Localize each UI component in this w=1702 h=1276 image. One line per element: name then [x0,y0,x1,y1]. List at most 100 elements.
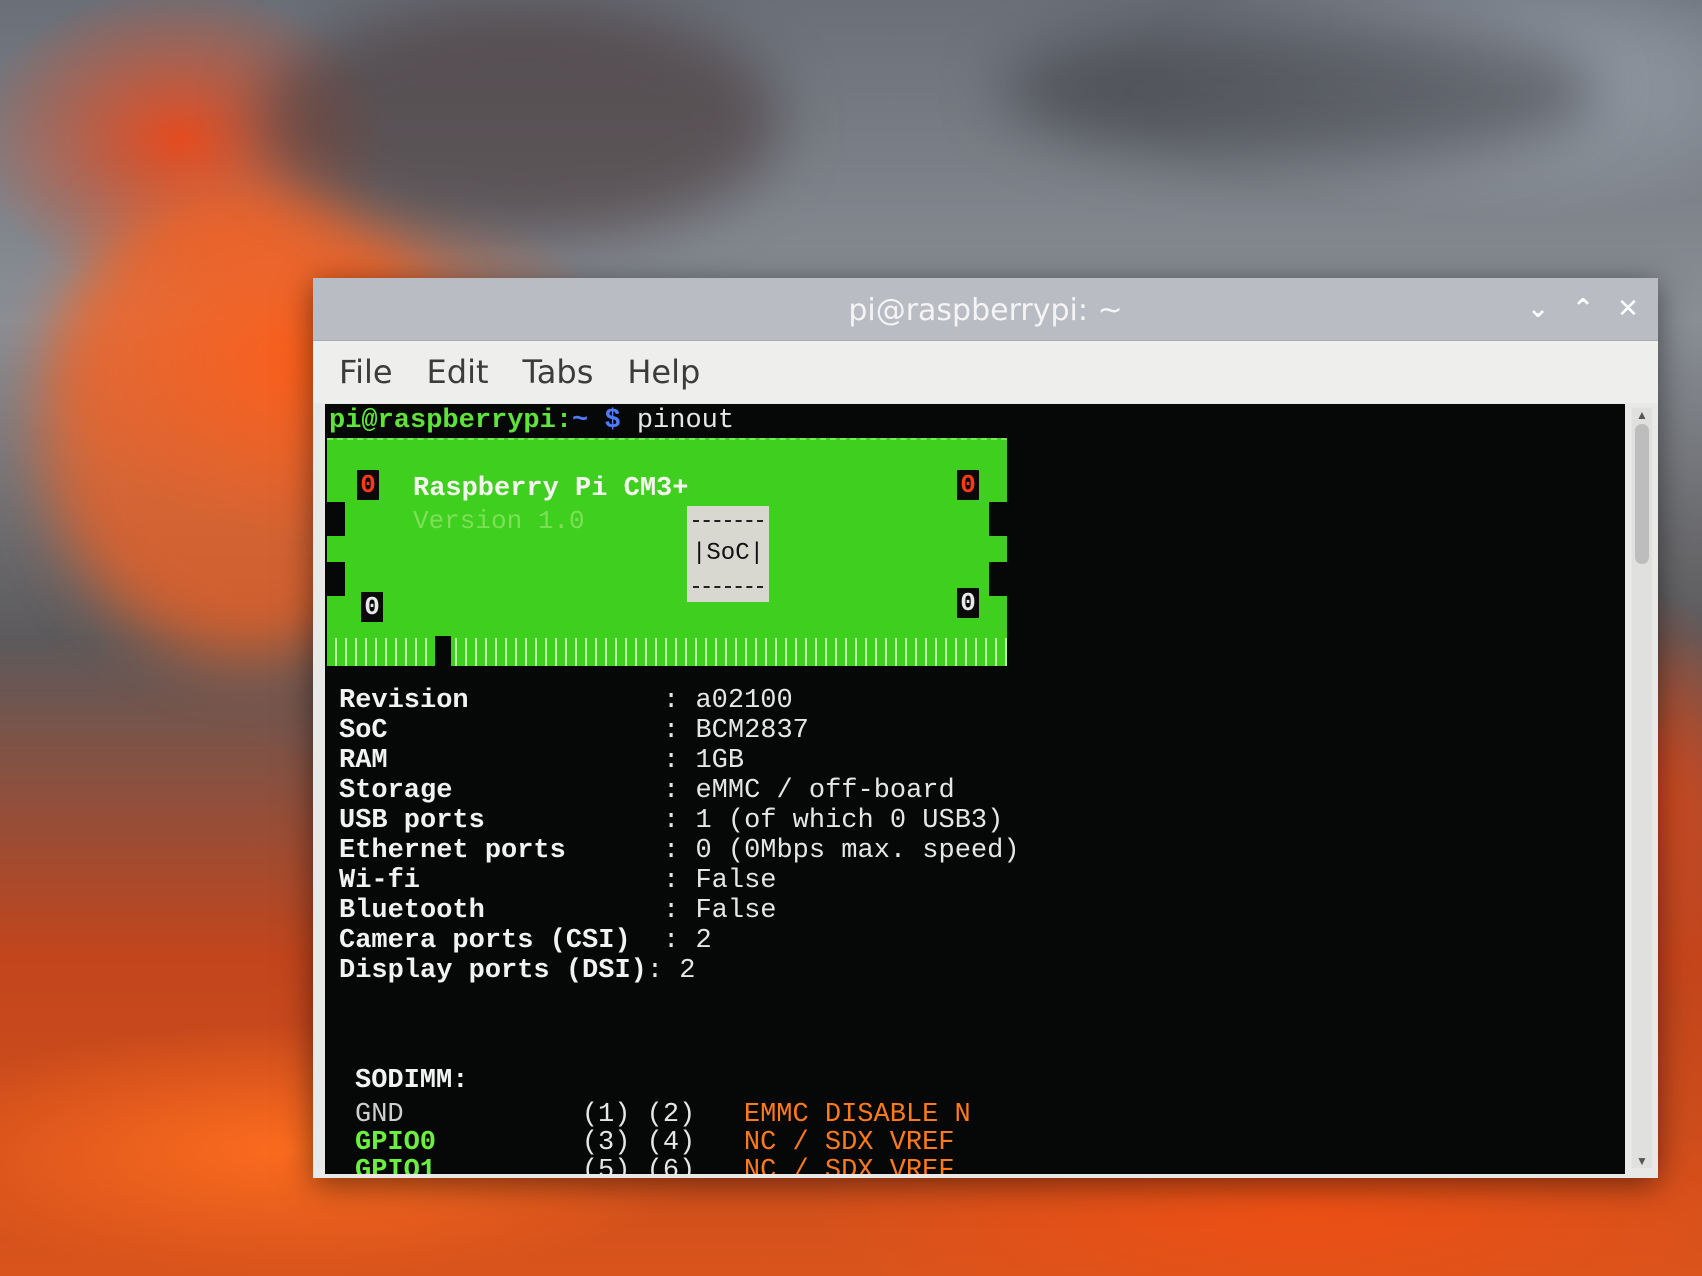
pin-gap [695,1100,744,1130]
board-hole: 0 [357,470,379,500]
scroll-down-arrow-icon[interactable]: ▼ [1634,1154,1650,1168]
info-separator: : [646,866,696,896]
board-title: Raspberry Pi CM3+ [413,474,689,504]
info-key: Wi-fi [339,866,421,896]
board-hole: 0 [957,470,979,500]
info-separator: : [646,746,696,776]
info-padding [469,686,647,716]
soc-label: |SoC| [691,540,764,567]
scrollbar[interactable]: ▲ ▼ [1632,408,1652,1168]
soc-border [693,520,763,522]
info-key: Bluetooth [339,896,485,926]
info-separator: : [646,896,696,926]
board-diagram: 0 0 0 0 Raspberry Pi CM3+ Version 1.0 |S… [327,438,1007,666]
pin-padding [404,1100,582,1130]
board-key-notch [435,636,451,666]
info-padding [631,926,647,956]
info-separator: : [646,836,696,866]
info-value: 2 [695,926,712,956]
maximize-button[interactable]: ⌃ [1566,292,1600,326]
info-padding [485,896,647,926]
info-key: Ethernet ports [339,836,566,866]
info-row: Storage : eMMC / off-board [339,776,955,806]
pin-left-label: GPIO1 [355,1156,437,1174]
board-version: Version 1.0 [413,506,585,536]
pin-numbers: (3) (4) [581,1128,696,1158]
board-hole: 0 [361,592,383,622]
info-row: SoC : BCM2837 [339,716,809,746]
info-padding [452,776,646,806]
info-padding [566,836,647,866]
prompt-user: pi@raspberrypi: [329,406,573,436]
wallpaper-cloud [1000,20,1600,160]
pin-padding [436,1156,582,1174]
info-value: 0 (0Mbps max. speed) [695,836,1020,866]
menu-file[interactable]: File [339,353,393,391]
pin-right-label: NC / SDX VREF [743,1128,955,1158]
info-separator: : [646,956,680,986]
info-padding [388,716,647,746]
info-value: BCM2837 [695,716,809,746]
info-key: Revision [339,686,469,716]
minimize-button[interactable]: ⌄ [1521,292,1555,326]
prompt-line: pi@raspberrypi:~ $ pinout [329,406,734,436]
sodimm-pin-row: GND (1) (2) EMMC DISABLE N [355,1100,971,1130]
info-row: Wi-fi : False [339,866,776,896]
info-separator: : [646,926,696,956]
close-button[interactable]: ✕ [1611,292,1645,326]
pin-gap [695,1128,744,1158]
info-value: False [695,896,777,926]
board-hole: 0 [957,588,979,618]
pin-left-label: GPIO0 [355,1128,437,1158]
info-row: RAM : 1GB [339,746,744,776]
prompt-command: pinout [620,406,735,436]
board-notch [327,502,345,536]
pin-right-label: EMMC DISABLE N [743,1100,971,1130]
terminal-area[interactable]: pi@raspberrypi:~ $ pinout 0 0 0 0 Raspbe… [325,404,1625,1174]
info-key: USB ports [339,806,485,836]
info-separator: : [646,716,696,746]
scroll-up-arrow-icon[interactable]: ▲ [1634,408,1650,422]
info-key: RAM [339,746,388,776]
info-padding [388,746,647,776]
sodimm-header: SODIMM: [355,1066,468,1096]
board-notch [989,562,1007,596]
info-key: Storage [339,776,453,806]
pin-padding [436,1128,582,1158]
info-key: Camera ports (CSI) [339,926,631,956]
info-key: SoC [339,716,388,746]
pin-right-label: NC / SDX VREF [743,1156,955,1174]
soc-border [693,586,763,588]
pin-numbers: (5) (6) [581,1156,696,1174]
title-bar[interactable]: pi@raspberrypi: ~ ⌄ ⌃ ✕ [313,278,1658,341]
info-value: 1GB [695,746,745,776]
info-value: eMMC / off-board [695,776,955,806]
sodimm-header-text: SODIMM: [355,1066,469,1096]
pin-gap [695,1156,744,1174]
info-row: Ethernet ports : 0 (0Mbps max. speed) [339,836,1020,866]
menu-tabs[interactable]: Tabs [523,353,594,391]
board-notch [989,502,1007,536]
menu-edit[interactable]: Edit [427,353,489,391]
info-row: USB ports : 1 (of which 0 USB3) [339,806,1003,836]
info-separator: : [646,776,696,806]
sodimm-pin-row: GPIO0 (3) (4) NC / SDX VREF [355,1128,955,1158]
scroll-thumb[interactable] [1635,424,1649,564]
terminal-window[interactable]: pi@raspberrypi: ~ ⌄ ⌃ ✕ File Edit Tabs H… [313,278,1658,1178]
prompt-path: ~ $ [572,406,621,436]
info-padding [485,806,647,836]
info-value: 1 (of which 0 USB3) [695,806,1004,836]
menu-bar: File Edit Tabs Help [313,341,1658,403]
info-separator: : [646,686,696,716]
info-row: Bluetooth : False [339,896,776,926]
board-edge-pins [327,638,1007,666]
info-row: Display ports (DSI): 2 [339,956,695,986]
menu-help[interactable]: Help [627,353,700,391]
info-key: Display ports (DSI) [339,956,647,986]
info-value: False [695,866,777,896]
sodimm-pin-row: GPIO1 (5) (6) NC / SDX VREF [355,1156,955,1174]
info-padding [420,866,647,896]
pin-numbers: (1) (2) [581,1100,696,1130]
info-value: 2 [679,956,696,986]
wallpaper-cloud [260,0,780,240]
